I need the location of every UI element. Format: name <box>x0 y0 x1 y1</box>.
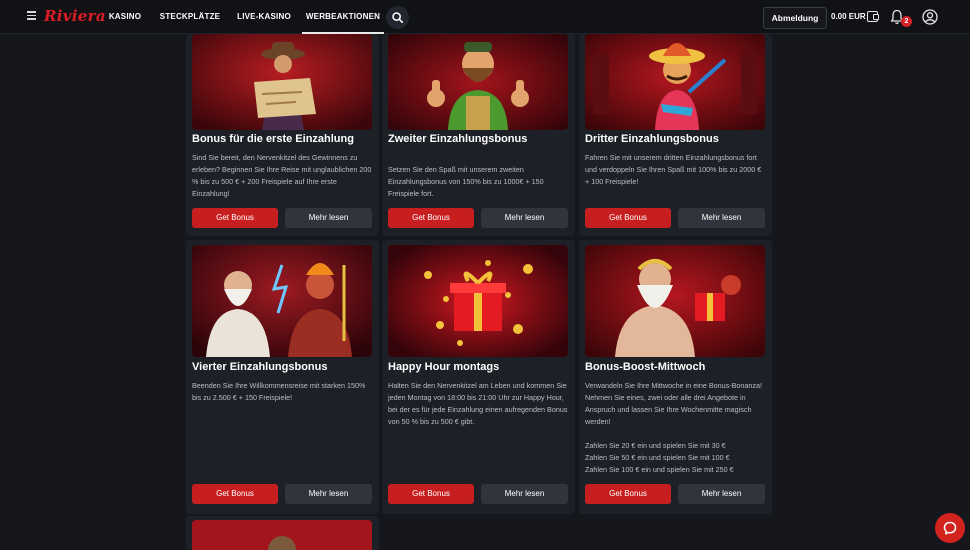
get-bonus-button[interactable]: Get Bonus <box>585 208 671 228</box>
get-bonus-button[interactable]: Get Bonus <box>388 208 474 228</box>
promo-title: Happy Hour montags <box>388 361 500 373</box>
promo-card-first-deposit: Bonus für die erste Einzahlung Sind Sie … <box>186 34 379 236</box>
read-more-button[interactable]: Mehr lesen <box>285 208 372 228</box>
promo-image-explorer[interactable] <box>192 34 372 130</box>
promo-description: Beenden Sie Ihre Willkommensreise mit st… <box>192 381 366 402</box>
promo-card-third-deposit: Dritter Einzahlungsbonus Fahren Sie mit … <box>579 34 772 236</box>
nav-kasino[interactable]: KASINO <box>104 0 146 34</box>
nav-steckplaetze[interactable]: STECKPLÄTZE <box>159 0 221 34</box>
promo-image-zeus-gift[interactable] <box>585 245 765 357</box>
get-bonus-button[interactable]: Get Bonus <box>192 484 278 504</box>
promo-card-happy-hour: Happy Hour montags Halten Sie den Nerven… <box>382 240 575 514</box>
get-bonus-button[interactable]: Get Bonus <box>192 208 278 228</box>
nav-werbeaktionen[interactable]: WERBEAKTIONEN <box>302 0 384 34</box>
promo-title: Dritter Einzahlungsbonus <box>585 133 719 145</box>
bonus-tier: Zahlen Sie 20 € ein und spielen Sie mit … <box>585 441 726 450</box>
promo-title: Vierter Einzahlungsbonus <box>192 361 328 373</box>
promo-image-lumberjack[interactable] <box>388 34 568 130</box>
promo-description: Fahren Sie mit unserem dritten Einzahlun… <box>585 153 762 186</box>
chat-icon <box>943 521 957 535</box>
read-more-button[interactable]: Mehr lesen <box>678 208 765 228</box>
get-bonus-button[interactable]: Get Bonus <box>585 484 671 504</box>
read-more-button[interactable]: Mehr lesen <box>481 484 568 504</box>
promo-description: Halten Sie den Nervenkitzel am Leben und… <box>388 381 568 426</box>
user-icon[interactable] <box>922 9 938 25</box>
promo-image-gods[interactable] <box>192 245 372 357</box>
read-more-button[interactable]: Mehr lesen <box>678 484 765 504</box>
wallet-icon[interactable] <box>867 11 879 22</box>
notification-badge: 2 <box>901 16 912 27</box>
promo-image-partial[interactable] <box>192 520 372 550</box>
promo-card-fourth-deposit: Vierter Einzahlungsbonus Beenden Sie Ihr… <box>186 240 379 514</box>
promo-card-second-deposit: Zweiter Einzahlungsbonus Setzen Sie den … <box>382 34 575 236</box>
bonus-tier: Zahlen Sie 100 € ein und spielen Sie mit… <box>585 465 734 474</box>
promo-description: Verwandeln Sie Ihre Mittwoche in eine Bo… <box>585 381 762 426</box>
promo-title: Bonus-Boost-Mittwoch <box>585 361 706 373</box>
logout-button[interactable]: Abmeldung <box>763 7 827 29</box>
read-more-button[interactable]: Mehr lesen <box>481 208 568 228</box>
promo-title: Zweiter Einzahlungsbonus <box>388 133 528 145</box>
top-navigation-bar: Riviera KASINO STECKPLÄTZE LIVE-KASINO W… <box>0 0 970 34</box>
promo-image-gift-box[interactable] <box>388 245 568 357</box>
promo-card-bonus-boost-wednesday: Bonus-Boost-Mittwoch Verwandeln Sie Ihre… <box>579 240 772 514</box>
read-more-button[interactable]: Mehr lesen <box>285 484 372 504</box>
promo-title: Bonus für die erste Einzahlung <box>192 133 354 145</box>
promo-description: Sind Sie bereit, den Nervenkitzel des Ge… <box>192 153 372 198</box>
balance-display: 0.00 EUR <box>831 12 866 21</box>
brand-logo[interactable]: Riviera <box>44 7 106 25</box>
search-icon <box>392 12 403 23</box>
bonus-tier: Zahlen Sie 50 € ein und spielen Sie mit … <box>585 453 730 462</box>
promo-description: Setzen Sie den Spaß mit unserem zweiten … <box>388 165 544 198</box>
hamburger-icon[interactable] <box>27 11 36 20</box>
promo-image-mariachi[interactable] <box>585 34 765 130</box>
get-bonus-button[interactable]: Get Bonus <box>388 484 474 504</box>
nav-live-kasino[interactable]: LIVE-KASINO <box>234 0 294 34</box>
live-chat-button[interactable] <box>935 513 965 543</box>
search-button[interactable] <box>386 6 409 29</box>
